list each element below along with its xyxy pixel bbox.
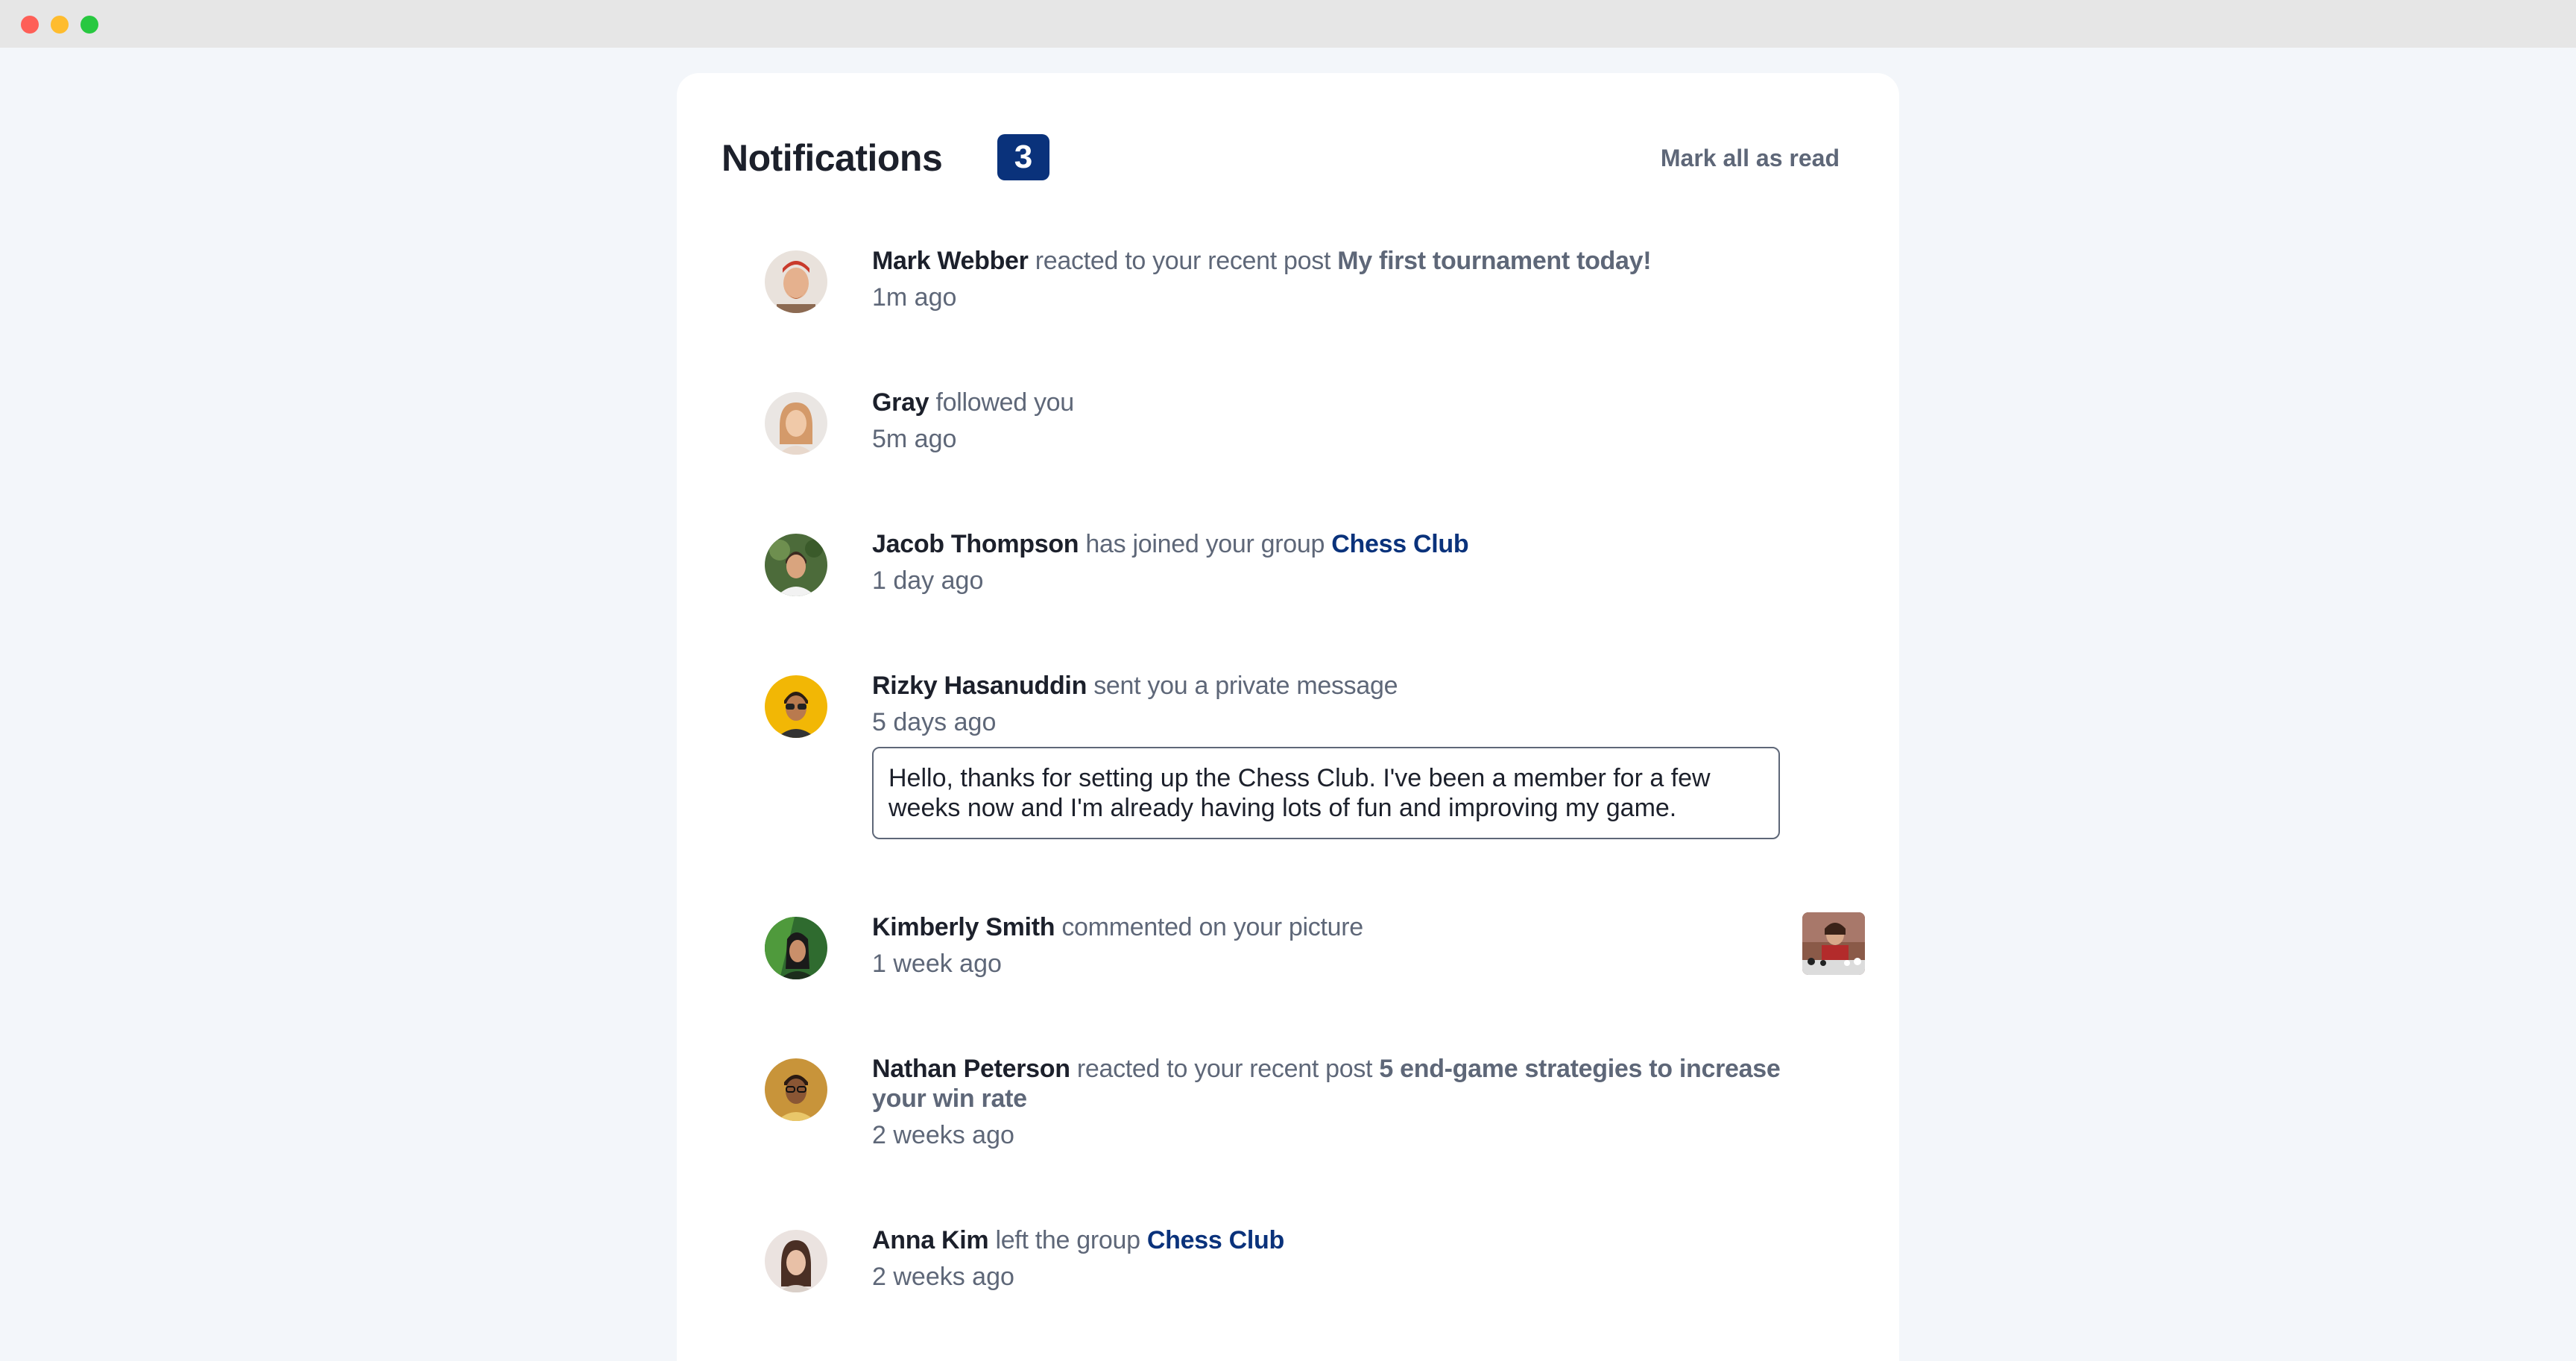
notification-author[interactable]: Nathan Peterson [872,1055,1070,1083]
notification-time: 2 weeks ago [872,1121,1014,1149]
avatar-jacob-thompson-icon[interactable] [765,534,827,596]
notifications-header: Notifications 3 Mark all as read [722,133,1840,183]
notification-time: 5m ago [872,425,957,453]
mark-all-as-read-button[interactable]: Mark all as read [1661,140,1840,176]
notification-author[interactable]: Gray [872,388,929,417]
notification-post-link[interactable]: My first tournament today! [1337,247,1651,275]
avatar-kimberly-smith-icon[interactable] [765,917,827,979]
avatar-mark-webber-icon[interactable] [765,250,827,313]
notification-group-link[interactable]: Chess Club [1331,530,1468,558]
notification-author[interactable]: Mark Webber [872,247,1029,275]
notification-time: 1 week ago [872,950,1002,978]
avatar-rizky-hasanuddin-icon[interactable] [765,675,827,738]
unread-count-badge: 3 [997,134,1049,180]
private-message-preview[interactable]: Hello, thanks for setting up the Chess C… [872,747,1780,839]
notification-group-link[interactable]: Chess Club [1147,1226,1284,1254]
notification-time: 1m ago [872,283,957,312]
notifications-card: Notifications 3 Mark all as read Mark We… [677,73,1899,1361]
notification-action: reacted to your recent post [1076,1055,1373,1083]
notification-action: followed you [935,388,1074,417]
close-window-button[interactable] [21,16,39,34]
notification-action: left the group [995,1226,1140,1254]
notification-author[interactable]: Anna Kim [872,1226,989,1254]
notification-author[interactable]: Rizky Hasanuddin [872,672,1087,700]
notification-time: 2 weeks ago [872,1263,1014,1291]
notification-time: 1 day ago [872,566,984,595]
maximize-window-button[interactable] [80,16,98,34]
notification-action: has joined your group [1085,530,1325,558]
notification-author[interactable]: Kimberly Smith [872,913,1055,941]
avatar-nathan-peterson-icon[interactable] [765,1058,827,1121]
notification-author[interactable]: Jacob Thompson [872,530,1079,558]
notification-time: 5 days ago [872,708,997,736]
minimize-window-button[interactable] [51,16,69,34]
notification-action: commented on your picture [1061,913,1363,941]
avatar-anna-kim-icon[interactable] [765,1230,827,1292]
notification-action: sent you a private message [1093,672,1398,700]
chess-picture-thumbnail-icon[interactable] [1802,912,1865,975]
page-title: Notifications [722,137,943,179]
notification-action: reacted to your recent post [1035,247,1331,275]
window-titlebar [0,0,2576,48]
avatar-gray-icon[interactable] [765,392,827,455]
